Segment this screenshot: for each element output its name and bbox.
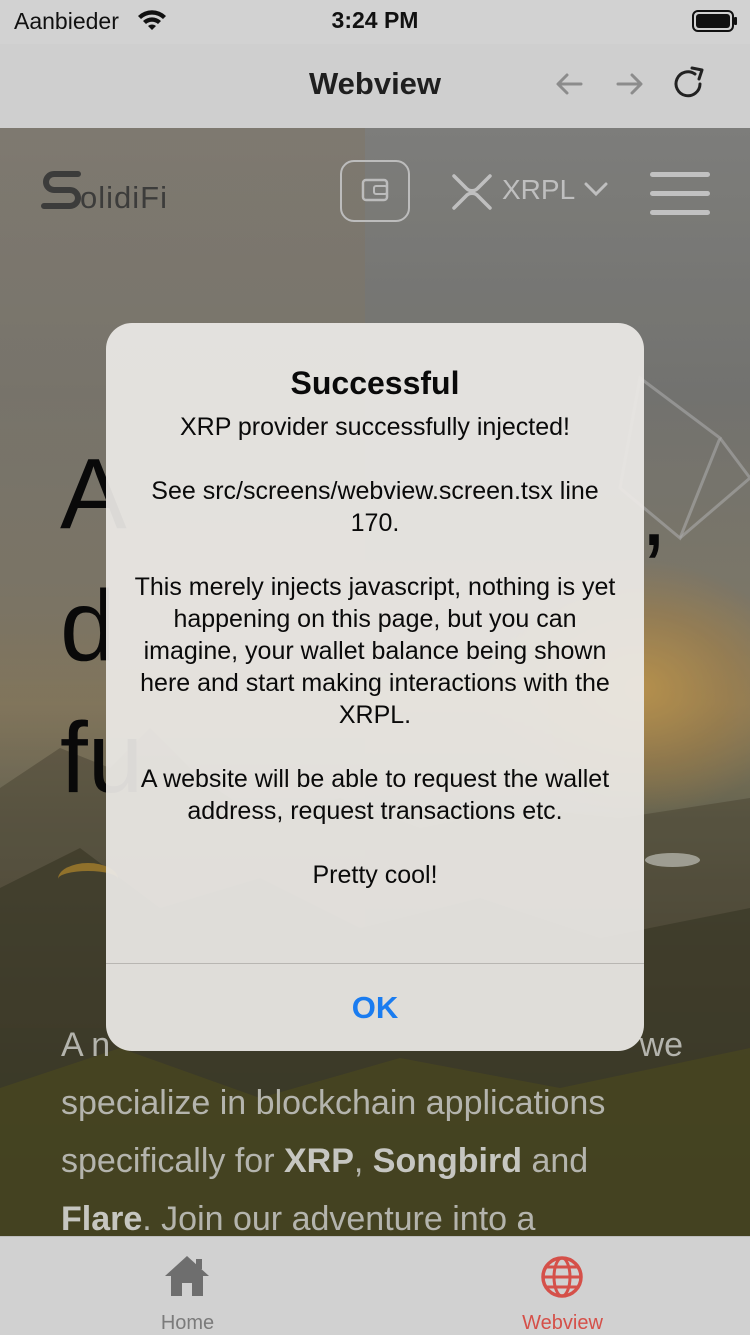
nav-bar: Webview [0,44,750,128]
alert-msg-line: XRP provider successfully injected! [180,413,570,441]
tab-label-home: Home [160,1312,215,1334]
home-icon [165,1256,209,1296]
alert-msg-line: See src/screens/webview.screen.tsx line … [151,477,599,537]
alert-message: XRP provider successfully injected! See … [130,411,620,923]
status-time: 3:24 PM [331,7,419,33]
reload-icon[interactable] [668,64,708,104]
alert-title: Successful [290,365,460,401]
ok-button[interactable]: OK [106,964,644,1051]
arrow-left-icon[interactable] [549,64,589,104]
status-bar: Aanbieder 3:24 PM [0,0,750,44]
battery-icon [692,10,737,32]
globe-icon [541,1256,583,1298]
tab-home[interactable]: Home [0,1237,375,1335]
tab-bar: Home Webview [0,1236,750,1335]
alert-dialog: Successful XRP provider successfully inj… [106,323,644,1051]
arrow-right-icon[interactable] [610,64,650,104]
tab-label-webview: Webview [522,1312,603,1334]
alert-msg-line: Pretty cool! [312,861,438,889]
tab-webview[interactable]: Webview [375,1237,750,1335]
alert-msg-line: This merely injects javascript, nothing … [134,573,616,729]
alert-msg-line: A website will be able to request the wa… [140,765,610,825]
